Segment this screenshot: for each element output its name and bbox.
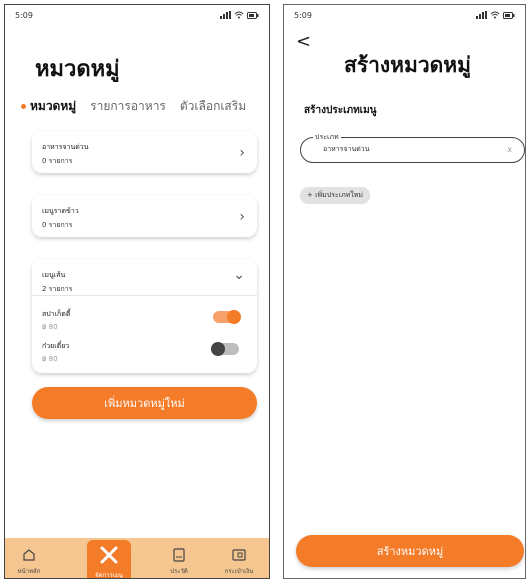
bottom-nav: หน้าหลัก จัดการเมนู ประวัติ กระเป๋าเงิน xyxy=(5,538,269,578)
wallet-icon xyxy=(217,548,261,564)
chevron-down-icon: ⌄ xyxy=(233,267,245,283)
nav-home-label: หน้าหลัก xyxy=(17,568,41,575)
menu-item-row: ก๋วยเตี๋ยว ฿ 80 xyxy=(42,339,247,373)
signal-icon xyxy=(476,11,487,19)
nav-history[interactable]: ประวัติ xyxy=(157,548,201,576)
nav-home[interactable]: หน้าหลัก xyxy=(7,548,51,576)
category-name: เมนูราดข้าว xyxy=(42,207,79,215)
menu-item-row: สปาเก็ตตี้ ฿ 80 xyxy=(42,307,247,341)
nav-wallet[interactable]: กระเป๋าเงิน xyxy=(217,548,261,576)
battery-icon xyxy=(247,11,259,19)
category-header[interactable]: เมนูเส้น 2 รายการ ⌄ xyxy=(32,259,257,295)
page-title: สร้างหมวดหมู่ xyxy=(344,53,471,77)
signal-icon xyxy=(220,11,231,19)
menu-item-price: ฿ 80 xyxy=(42,355,58,363)
category-type-input[interactable] xyxy=(323,145,493,153)
category-count: 2 รายการ xyxy=(42,285,73,293)
status-icons xyxy=(476,11,515,19)
tab-categories-label: หมวดหมู่ xyxy=(30,99,77,113)
category-count: 0 รายการ xyxy=(42,221,73,229)
category-name: อาหารจานด่วน xyxy=(42,143,89,151)
nav-menu-management-label: จัดการเมนู xyxy=(95,572,123,579)
field-label: ประเภท xyxy=(313,132,341,143)
wifi-icon xyxy=(490,11,500,19)
category-name: เมนูเส้น xyxy=(42,271,66,279)
status-time: 5:09 xyxy=(15,11,33,20)
status-time: 5:09 xyxy=(294,11,312,20)
document-icon xyxy=(157,548,201,564)
section-label: สร้างประเภทเมนู xyxy=(304,105,377,116)
status-icons xyxy=(220,11,259,19)
menu-item-price: ฿ 80 xyxy=(42,323,58,331)
menu-item-name: ก๋วยเตี๋ยว xyxy=(42,342,70,350)
create-category-button[interactable]: สร้างหมวดหมู่ xyxy=(296,535,524,567)
clear-icon[interactable]: x xyxy=(507,145,512,154)
home-icon xyxy=(7,548,51,564)
availability-toggle[interactable] xyxy=(213,310,241,324)
nav-history-label: ประวัติ xyxy=(170,568,188,575)
active-dot xyxy=(21,104,26,109)
tab-options[interactable]: ตัวเลือกเสริม xyxy=(180,97,246,116)
tab-bar: หมวดหมู่ รายการอาหาร ตัวเลือกเสริม xyxy=(21,97,261,116)
category-count: 0 รายการ xyxy=(42,157,73,165)
back-button[interactable]: < xyxy=(296,31,311,52)
nav-menu-management[interactable]: จัดการเมนู xyxy=(87,540,131,578)
toggle-knob xyxy=(227,310,241,324)
category-card-noodles: เมนูเส้น 2 รายการ ⌄ สปาเก็ตตี้ ฿ 80 ก๋วย… xyxy=(32,259,257,373)
nav-wallet-label: กระเป๋าเงิน xyxy=(224,568,254,575)
status-bar: 5:09 xyxy=(294,11,515,23)
category-card-rice[interactable]: เมนูราดข้าว 0 รายการ › xyxy=(32,195,257,237)
chevron-right-icon: › xyxy=(239,209,245,225)
divider xyxy=(32,295,257,296)
battery-icon xyxy=(503,11,515,19)
add-category-button[interactable]: เพิ่มหมวดหมู่ใหม่ xyxy=(32,387,257,419)
page-title: หมวดหมู่ xyxy=(35,57,120,82)
category-card-fastfood[interactable]: อาหารจานด่วน 0 รายการ › xyxy=(32,131,257,173)
utensils-icon xyxy=(87,544,131,568)
add-type-chip[interactable]: + เพิ่มประเภทใหม่ xyxy=(300,187,370,204)
tab-food-items[interactable]: รายการอาหาร xyxy=(90,97,166,116)
wifi-icon xyxy=(234,11,244,19)
availability-toggle[interactable] xyxy=(211,342,239,356)
create-category-screen: 5:09 < สร้างหมวดหมู่ สร้างประเภทเมนู ประ… xyxy=(283,4,526,579)
chevron-right-icon: › xyxy=(239,145,245,161)
category-type-field[interactable]: ประเภท x xyxy=(300,132,525,163)
category-list-screen: 5:09 หมวดหมู่ หมวดหมู่ รายการอาหาร ตัวเล… xyxy=(4,4,270,579)
menu-item-name: สปาเก็ตตี้ xyxy=(42,310,71,318)
tab-categories[interactable]: หมวดหมู่ xyxy=(21,97,76,116)
status-bar: 5:09 xyxy=(15,11,259,23)
toggle-knob xyxy=(211,342,225,356)
